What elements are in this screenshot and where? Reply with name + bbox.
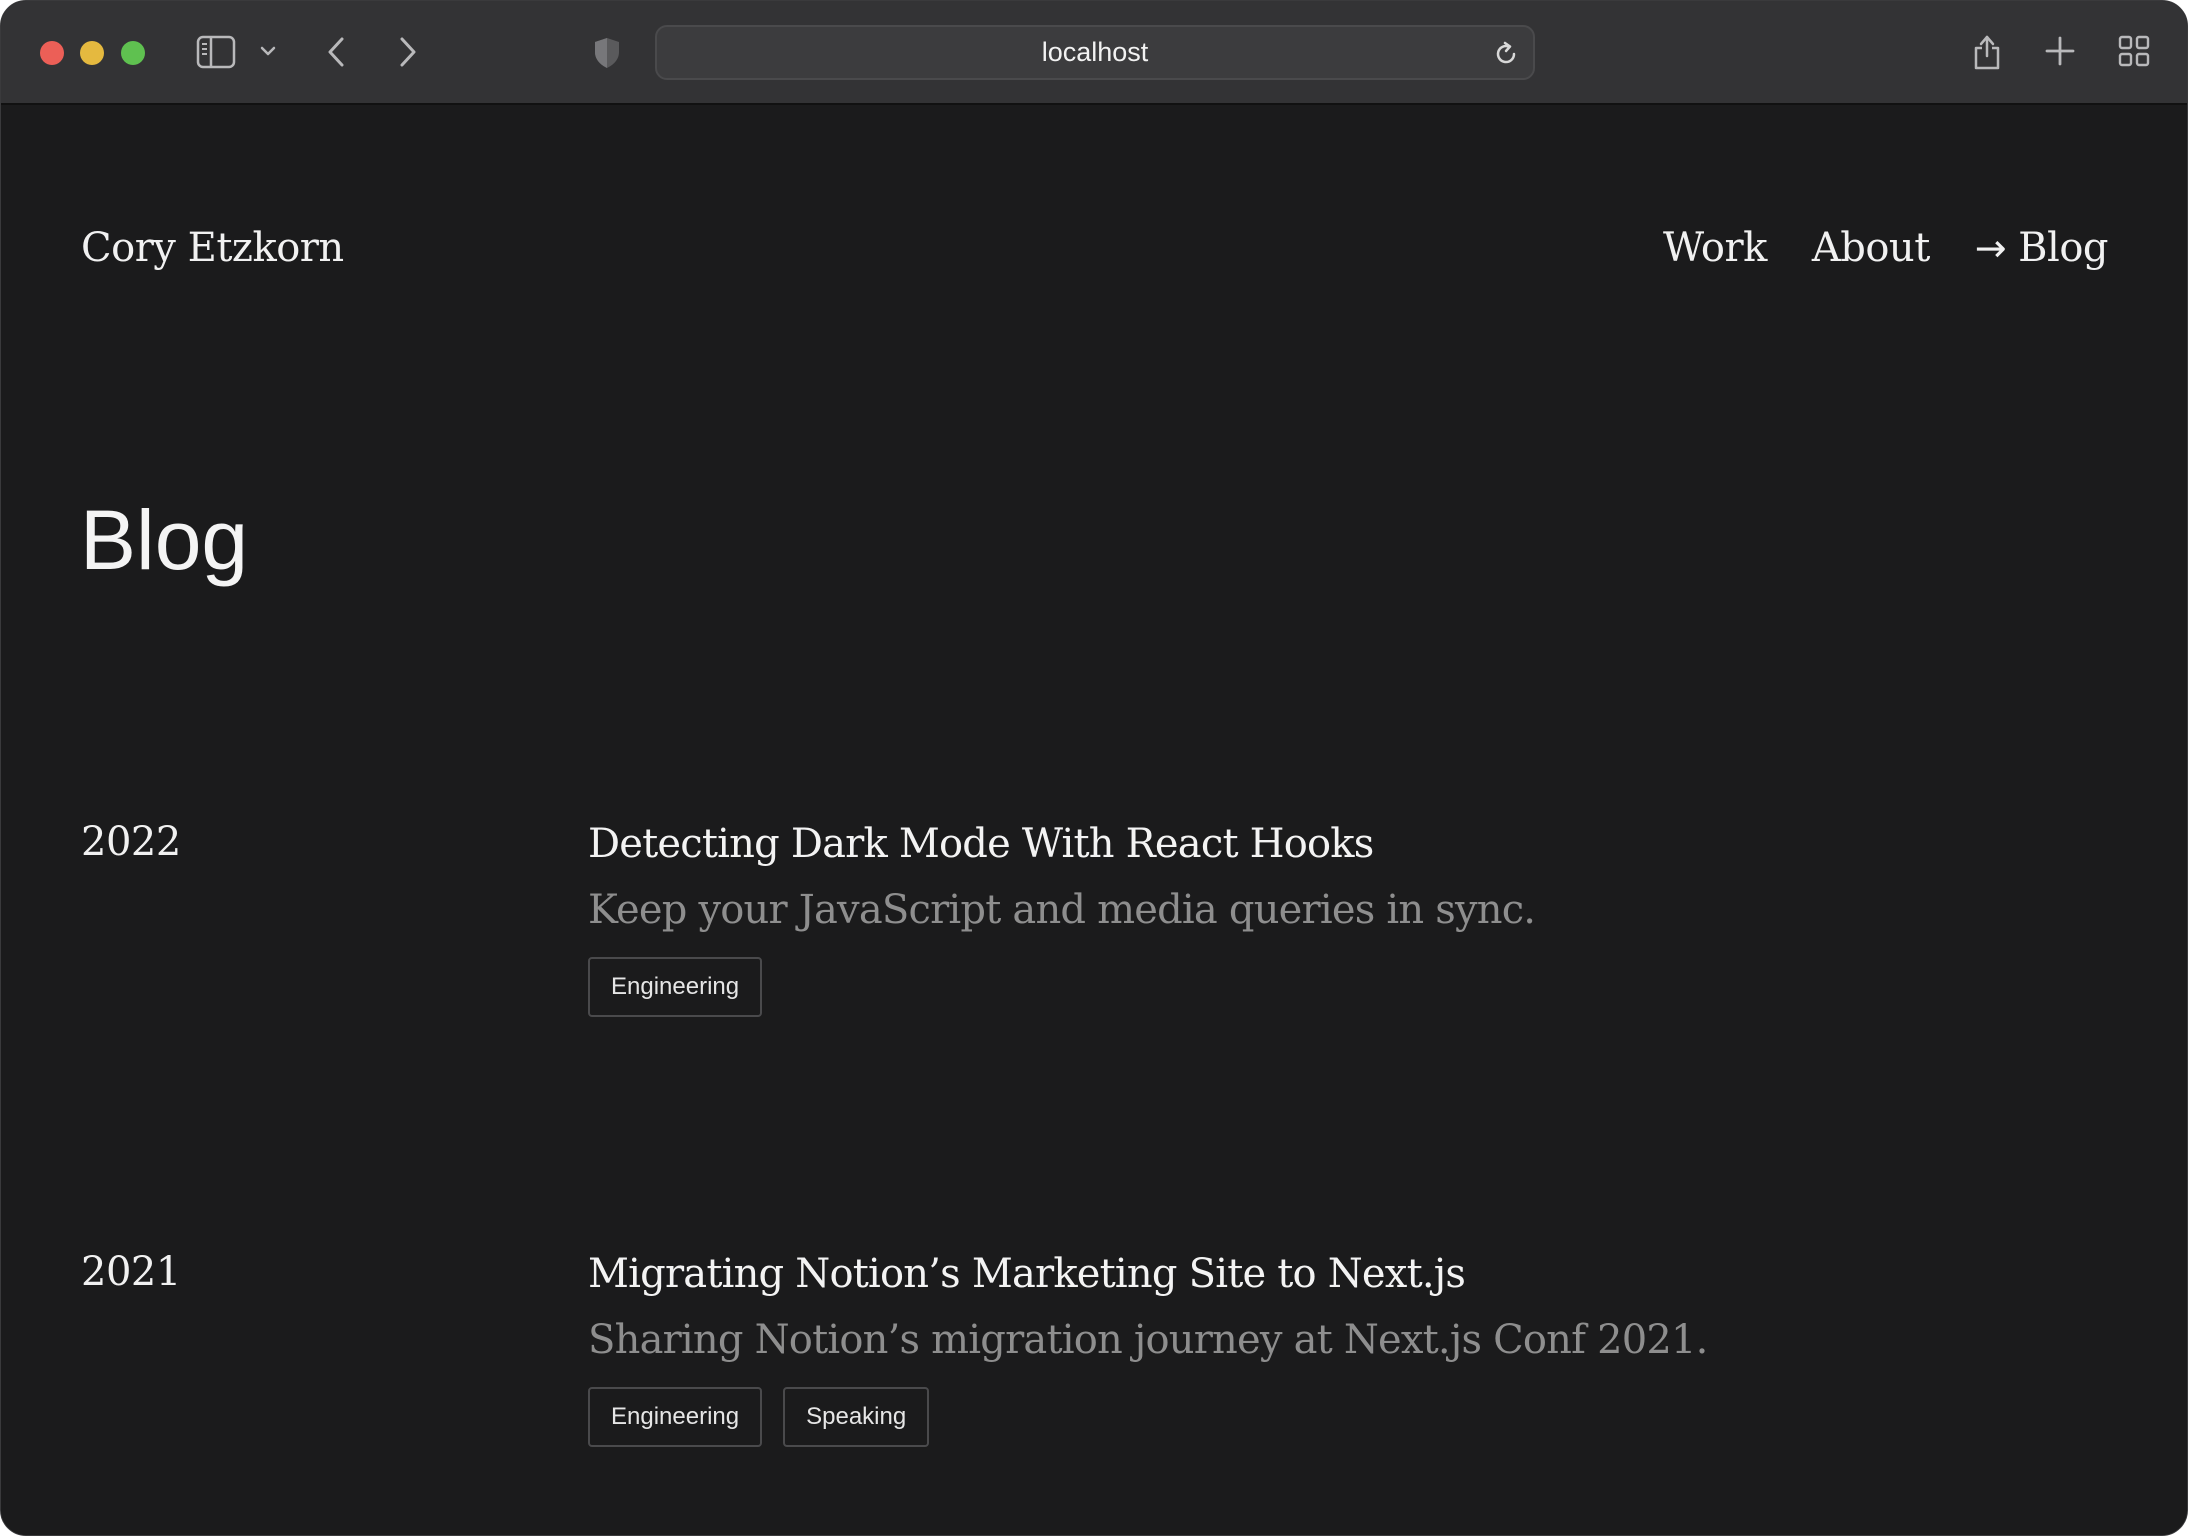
nav-about[interactable]: About — [1812, 225, 1930, 271]
forward-icon[interactable] — [395, 35, 421, 69]
close-window-button[interactable] — [40, 41, 64, 65]
nav-work[interactable]: Work — [1663, 225, 1767, 271]
post-description: Keep your JavaScript and media queries i… — [588, 887, 1536, 933]
post-title-link[interactable]: Migrating Notion’s Marketing Site to Nex… — [588, 1249, 1988, 1299]
site-name-link[interactable]: Cory Etzkorn — [81, 225, 344, 271]
plus-icon[interactable] — [2044, 35, 2076, 67]
right-arrow-icon: → — [1974, 226, 2007, 270]
post-content: Detecting Dark Mode With React Hooks Kee… — [588, 819, 1988, 1017]
post-tags: Engineering — [588, 957, 1988, 1017]
share-icon[interactable] — [1971, 31, 2003, 71]
post-description: Sharing Notion’s migration journey at Ne… — [588, 1317, 1708, 1363]
sidebar-icon[interactable] — [196, 35, 236, 69]
back-icon[interactable] — [323, 35, 349, 69]
post-tags: Engineering Speaking — [588, 1387, 1988, 1447]
post-content: Migrating Notion’s Marketing Site to Nex… — [588, 1249, 1988, 1447]
tag-engineering[interactable]: Engineering — [588, 957, 763, 1017]
minimize-window-button[interactable] — [80, 41, 104, 65]
reload-icon[interactable] — [1493, 40, 1519, 73]
tabs-grid-icon[interactable] — [2118, 35, 2150, 67]
nav-blog[interactable]: → Blog — [1974, 225, 2109, 271]
browser-window: localhost Cory Etzkorn Work About → Blog… — [0, 0, 2188, 1536]
page-title: Blog — [80, 493, 249, 587]
post-year: 2021 — [81, 1249, 181, 1295]
chevron-down-icon[interactable] — [259, 45, 277, 57]
tag-engineering[interactable]: Engineering — [588, 1387, 763, 1447]
url-text: localhost — [1041, 37, 1149, 67]
main-nav: Work About → Blog — [1663, 225, 2108, 271]
zoom-window-button[interactable] — [121, 41, 145, 65]
tag-speaking[interactable]: Speaking — [783, 1387, 930, 1447]
page-content: Cory Etzkorn Work About → Blog Blog 2022… — [1, 107, 2187, 1535]
post-title-link[interactable]: Detecting Dark Mode With React Hooks — [588, 819, 1988, 869]
address-bar[interactable]: localhost — [655, 25, 1535, 80]
post-year: 2022 — [81, 819, 181, 865]
shield-icon[interactable] — [592, 36, 622, 70]
browser-toolbar: localhost — [1, 1, 2187, 105]
nav-blog-label: Blog — [2018, 225, 2108, 271]
